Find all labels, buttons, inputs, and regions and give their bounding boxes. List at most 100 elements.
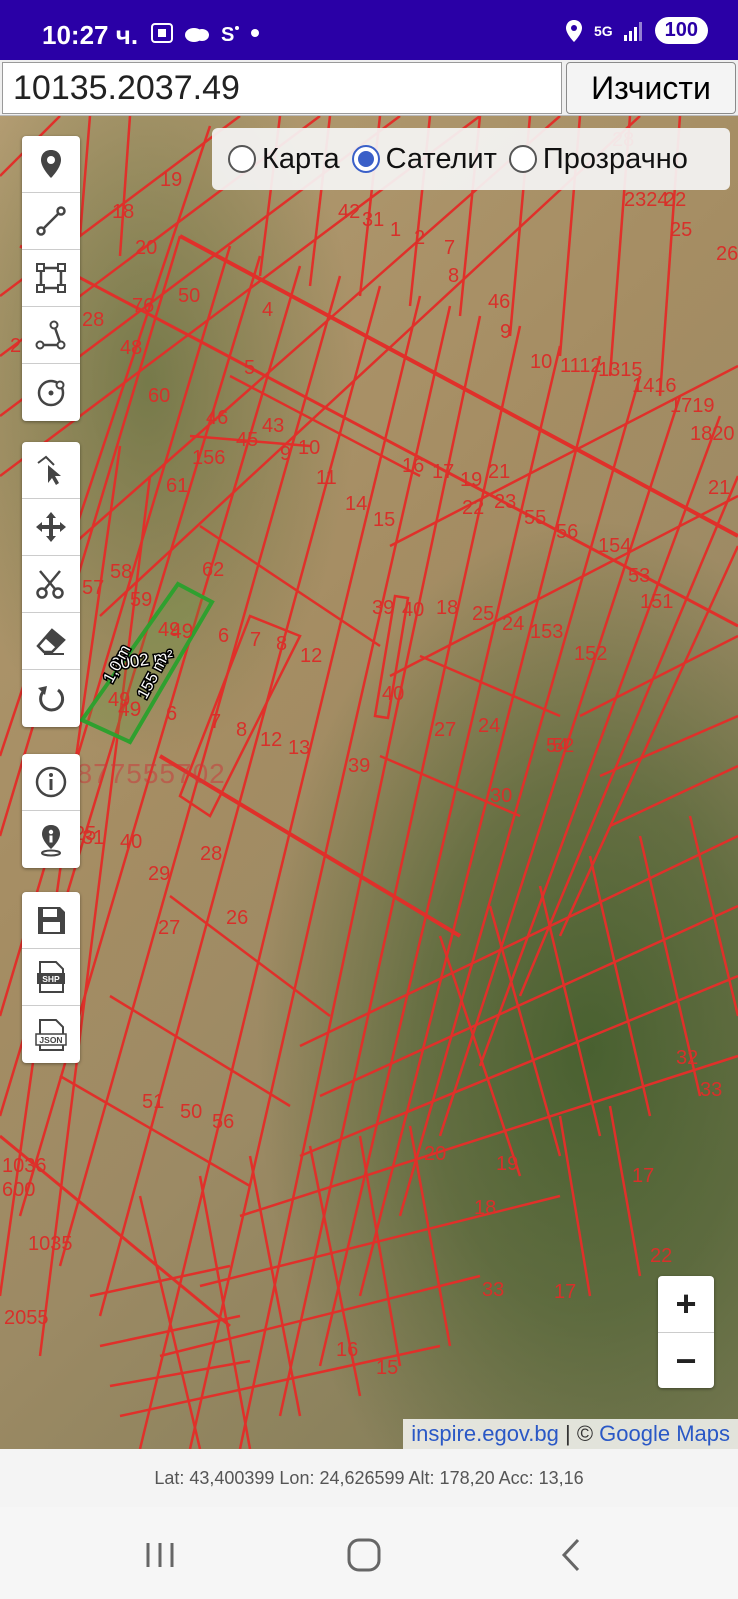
parcel-number-label: 26 <box>226 907 248 929</box>
layer-option-satellite[interactable]: Сателит <box>351 142 497 176</box>
move-tool-button[interactable] <box>22 499 80 556</box>
parcel-number-label: 8 <box>236 719 247 741</box>
cut-tool-button[interactable] <box>22 556 80 613</box>
status-bar: 10:27 ч. S 5G 100 <box>0 0 738 60</box>
cadastral-id-input[interactable] <box>2 62 562 114</box>
parcel-number-label: 54 <box>546 735 568 757</box>
parcel-number-label: 11 <box>316 467 337 489</box>
rectangle-tool-button[interactable] <box>22 250 80 307</box>
parcel-number-label: 22 <box>462 497 484 519</box>
parcel-number-label: 46 <box>488 291 510 313</box>
parcel-number-label: 33 <box>482 1279 504 1301</box>
radio-map[interactable] <box>228 145 256 173</box>
google-maps-link[interactable]: Google Maps <box>599 1421 730 1446</box>
parcel-number-label: 29 <box>148 863 170 885</box>
layer-label-map: Карта <box>262 142 340 175</box>
person-info-tool-button[interactable] <box>22 811 80 868</box>
parcel-number-label: 28 <box>82 309 104 331</box>
status-time: 10:27 ч. <box>42 20 139 50</box>
system-nav-bar <box>0 1507 738 1599</box>
parcel-number-label: 14 <box>345 493 367 515</box>
select-cursor-icon <box>37 455 61 485</box>
parcel-number-label: 61 <box>166 475 188 497</box>
circle-tool-button[interactable] <box>22 364 80 421</box>
export-shp-button[interactable]: SHP <box>22 949 80 1006</box>
radio-transparent[interactable] <box>508 145 537 173</box>
save-button[interactable] <box>22 892 80 949</box>
back-icon[interactable] <box>552 1535 592 1575</box>
parcel-number-label: 40 <box>382 683 404 705</box>
phone-watermark: 0877555702 <box>60 758 226 789</box>
parcel-number-label: 31 <box>362 209 384 231</box>
parcel-number-label: 59 <box>130 589 152 611</box>
parcel-number-label: 1820 <box>690 423 735 445</box>
s-app-icon: S <box>221 24 239 44</box>
parcel-number-label: 24 <box>478 715 500 737</box>
parcel-number-label: 154 <box>598 535 631 557</box>
parcel-number-label: 56 <box>556 521 578 543</box>
info-icon <box>35 766 67 798</box>
parcel-number-label: 9 <box>500 321 511 343</box>
parcel-number-label: 40 <box>402 599 424 621</box>
parcel-number-label: 2055 <box>4 1307 49 1329</box>
map-attribution: inspire.egov.bg | © Google Maps <box>403 1419 738 1449</box>
parcel-number-label: 43 <box>262 415 284 437</box>
coordinates-readout: Lat: 43,400399 Lon: 24,626599 Alt: 178,2… <box>0 1449 738 1507</box>
undo-tool-button[interactable] <box>22 670 80 727</box>
parcel-number-label: 12 <box>260 729 282 751</box>
parcel-number-label: 46 <box>206 407 228 429</box>
parcel-number-label: 27 <box>158 917 180 939</box>
eraser-icon <box>36 628 66 655</box>
parcel-number-label: 18 <box>436 597 458 619</box>
map-view[interactable]: 19 18 20 50 48 76 28 60 4 5 46 45 43 9 10 156 61 11 14 15 16… <box>0 116 738 1449</box>
dot-icon <box>251 29 259 37</box>
parcel-number-label: 25 <box>472 603 494 625</box>
json-file-icon: JSON <box>35 1018 67 1051</box>
eraser-tool-button[interactable] <box>22 613 80 670</box>
parcel-number-label: 51 <box>142 1091 164 1113</box>
save-icon <box>38 907 65 934</box>
parcel-number-label: 60 <box>148 385 170 407</box>
parcel-number-label: 42 <box>338 201 360 223</box>
svg-text:S: S <box>221 24 234 44</box>
parcel-number-label: 18 <box>112 201 134 223</box>
parcel-number-label: 6 <box>166 703 177 725</box>
parcel-number-label: 24 <box>502 613 524 635</box>
parcel-number-label: 17 <box>632 1165 654 1187</box>
home-icon[interactable] <box>344 1535 384 1575</box>
inspire-link[interactable]: inspire.egov.bg <box>411 1421 559 1446</box>
layer-option-map[interactable]: Карта <box>228 143 340 176</box>
parcel-number-label: 4 <box>262 299 273 321</box>
parcel-number-label: 56 <box>212 1111 234 1133</box>
radio-satellite[interactable] <box>351 145 380 173</box>
parcel-number-label: 1416 <box>632 375 677 397</box>
parcel-number-label: 1112 <box>560 355 602 377</box>
svg-text:JSON: JSON <box>39 1035 62 1045</box>
line-tool-button[interactable] <box>22 193 80 250</box>
parcel-number-label: 1 <box>390 219 401 241</box>
angle-tool-button[interactable] <box>22 307 80 364</box>
parcel-number-label: 8 <box>276 633 287 655</box>
info-tool-button[interactable] <box>22 754 80 811</box>
select-tool-button[interactable] <box>22 442 80 499</box>
circle-target-icon <box>37 379 65 406</box>
parcel-number-label: 17 <box>554 1281 576 1303</box>
rectangle-icon <box>36 263 66 293</box>
parcel-number-label: 5 <box>244 357 255 379</box>
battery-indicator: 100 <box>654 17 708 44</box>
parcel-number-label: 76 <box>132 295 154 317</box>
zoom-in-button[interactable]: + <box>658 1276 714 1332</box>
clear-button[interactable]: Изчисти <box>566 62 736 114</box>
layer-label-satellite: Сателит <box>385 142 497 175</box>
parcel-number-label: 17 <box>432 461 454 483</box>
parcel-number-label: 53 <box>628 565 650 587</box>
draw-toolbar <box>22 136 80 421</box>
pin-tool-button[interactable] <box>22 136 80 193</box>
recent-apps-icon[interactable] <box>140 1535 180 1575</box>
zoom-out-button[interactable]: − <box>658 1332 714 1388</box>
parcel-number-label: 1035 <box>28 1233 73 1255</box>
parcel-number-label: 2324 <box>624 189 669 211</box>
layer-option-transparent[interactable]: Прозрачно <box>508 143 688 176</box>
parcel-number-label: 62 <box>202 559 224 581</box>
export-json-button[interactable]: JSON <box>22 1006 80 1063</box>
